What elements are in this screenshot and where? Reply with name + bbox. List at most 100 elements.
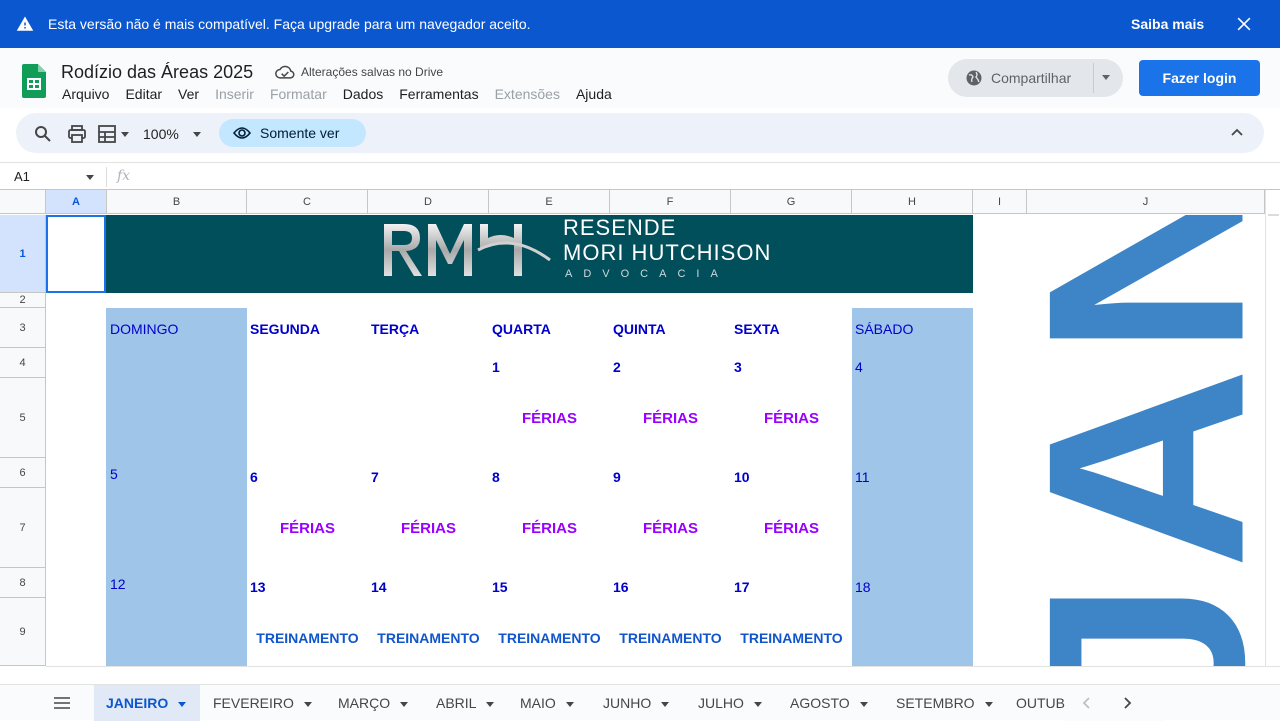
day-number: 1 [492,359,500,375]
select-all-corner[interactable] [0,190,46,214]
menu-dados[interactable]: Dados [343,86,383,102]
search-icon[interactable] [34,125,52,143]
sheet-tab-fevereiro[interactable]: FEVEREIRO [213,685,312,721]
sheet-tab-abril[interactable]: ABRIL [436,685,495,721]
column-header-h[interactable]: H [852,190,973,214]
row-header-4[interactable]: 4 [0,348,46,378]
weekday-header-quarta: QUARTA [492,321,551,337]
scrollbar-thumb[interactable] [1268,214,1279,216]
name-box[interactable]: A1 [14,169,30,184]
row-header-1[interactable]: 1 [0,215,46,293]
chevron-down-icon[interactable] [303,701,312,707]
row-number: 8 [19,576,26,589]
spreadsheet-grid[interactable]: A B C D E F G H I J 1 2 3 4 5 6 7 8 9 RE… [0,190,1265,666]
column-header-d[interactable]: D [368,190,489,214]
chevron-down-icon[interactable] [859,701,868,707]
sheet-tab-label: AGOSTO [790,695,850,711]
row-number: 3 [19,321,26,334]
day-number: 7 [371,469,379,485]
chevron-down-icon[interactable] [565,701,574,707]
rmh-monogram-logo [384,224,551,276]
chevron-down-icon[interactable] [178,701,187,707]
freeze-grid-icon[interactable] [98,125,116,143]
horizontal-scrollbar[interactable] [46,666,1280,682]
sheet-tab-agosto[interactable]: AGOSTO [790,685,868,721]
zoom-level[interactable]: 100% [143,126,179,142]
weekday-header-segunda: SEGUNDA [250,321,321,337]
row-number: 7 [19,521,26,534]
row-header-9[interactable]: 9 [0,598,46,666]
chevron-down-icon[interactable] [984,701,993,707]
print-icon[interactable] [68,125,86,143]
sheet-tab-julho[interactable]: JULHO [698,685,762,721]
menu-ferramentas[interactable]: Ferramentas [399,86,478,102]
sheet-tab-outubro[interactable]: OUTUBRO [1016,685,1065,721]
chevron-left-icon[interactable] [1081,697,1093,709]
chevron-down-icon[interactable] [400,701,409,707]
chevron-down-icon[interactable] [121,132,129,137]
day-number: 16 [613,579,629,595]
row-header-2[interactable]: 2 [0,293,46,308]
month-label-rotated: JAN [1027,215,1265,666]
row-header-7[interactable]: 7 [0,488,46,568]
menu-arquivo[interactable]: Arquivo [62,86,109,102]
formula-divider [106,167,107,187]
column-header-a[interactable]: A [46,190,107,214]
sheet-tab-setembro[interactable]: SETEMBRO [896,685,993,721]
row-header-5[interactable]: 5 [0,378,46,458]
document-title[interactable]: Rodízio das Áreas 2025 [61,62,253,83]
close-icon[interactable] [1234,14,1254,34]
sheets-logo-icon[interactable] [22,64,46,98]
selected-cell-a1[interactable] [46,215,106,293]
sheet-tab-janeiro[interactable]: JANEIRO [94,685,200,721]
weekday-header-terca: TERÇA [371,321,420,337]
treinamento-event: TREINAMENTO [740,630,843,646]
fx-icon: fx [117,168,131,184]
column-header-g[interactable]: G [731,190,852,214]
share-divider [1093,63,1094,93]
row-header-8[interactable]: 8 [0,568,46,598]
menu-ver[interactable]: Ver [178,86,199,102]
column-header-i[interactable]: I [973,190,1027,214]
learn-more-link[interactable]: Saiba mais [1131,16,1204,32]
zoom-chevron-down-icon[interactable] [193,132,201,137]
chevron-down-icon[interactable] [486,701,495,707]
row-number: 2 [19,294,26,306]
view-only-button[interactable]: Somente ver [219,119,366,147]
menu-ajuda[interactable]: Ajuda [576,86,612,102]
menu-editar[interactable]: Editar [125,86,162,102]
chevron-down-icon[interactable] [753,701,762,707]
column-header-b[interactable]: B [107,190,247,214]
chevron-right-icon[interactable] [1121,697,1133,709]
ferias-event: FÉRIAS [642,410,698,427]
column-header-j[interactable]: J [1027,190,1265,214]
weekday-header-quinta: QUINTA [613,321,666,337]
save-status: Alterações salvas no Drive [301,65,444,79]
column-header-e[interactable]: E [489,190,610,214]
chevron-down-icon[interactable] [661,701,670,707]
weekday-header-sexta: SEXTA [734,321,780,337]
login-button[interactable]: Fazer login [1139,60,1260,96]
treinamento-event: TREINAMENTO [498,630,601,646]
column-header-f[interactable]: F [610,190,731,214]
row-header-6[interactable]: 6 [0,458,46,488]
chevron-up-icon[interactable] [1230,127,1244,137]
row-number: 5 [19,411,26,424]
column-header-c[interactable]: C [247,190,368,214]
app-header: Rodízio das Áreas 2025 Alterações salvas… [0,48,1280,108]
chevron-down-icon[interactable] [1102,75,1110,80]
sheet-tab-label: JULHO [698,695,744,711]
sheet-tab-maio[interactable]: MAIO [520,685,574,721]
sheet-tab-label: OUTUBRO [1016,695,1065,711]
share-button[interactable]: Compartilhar [948,59,1123,97]
ferias-event: FÉRIAS [521,410,577,427]
sheet-tab-marco[interactable]: MARÇO [338,685,409,721]
name-box-chevron-down-icon[interactable] [86,175,94,180]
all-sheets-menu-icon[interactable] [54,697,70,709]
sheet-tab-junho[interactable]: JUNHO [603,685,670,721]
vertical-scrollbar[interactable] [1265,190,1280,666]
ferias-event: FÉRIAS [521,520,577,537]
sheet-tab-label: MAIO [520,695,556,711]
row-header-3[interactable]: 3 [0,308,46,348]
view-only-label: Somente ver [260,125,340,141]
